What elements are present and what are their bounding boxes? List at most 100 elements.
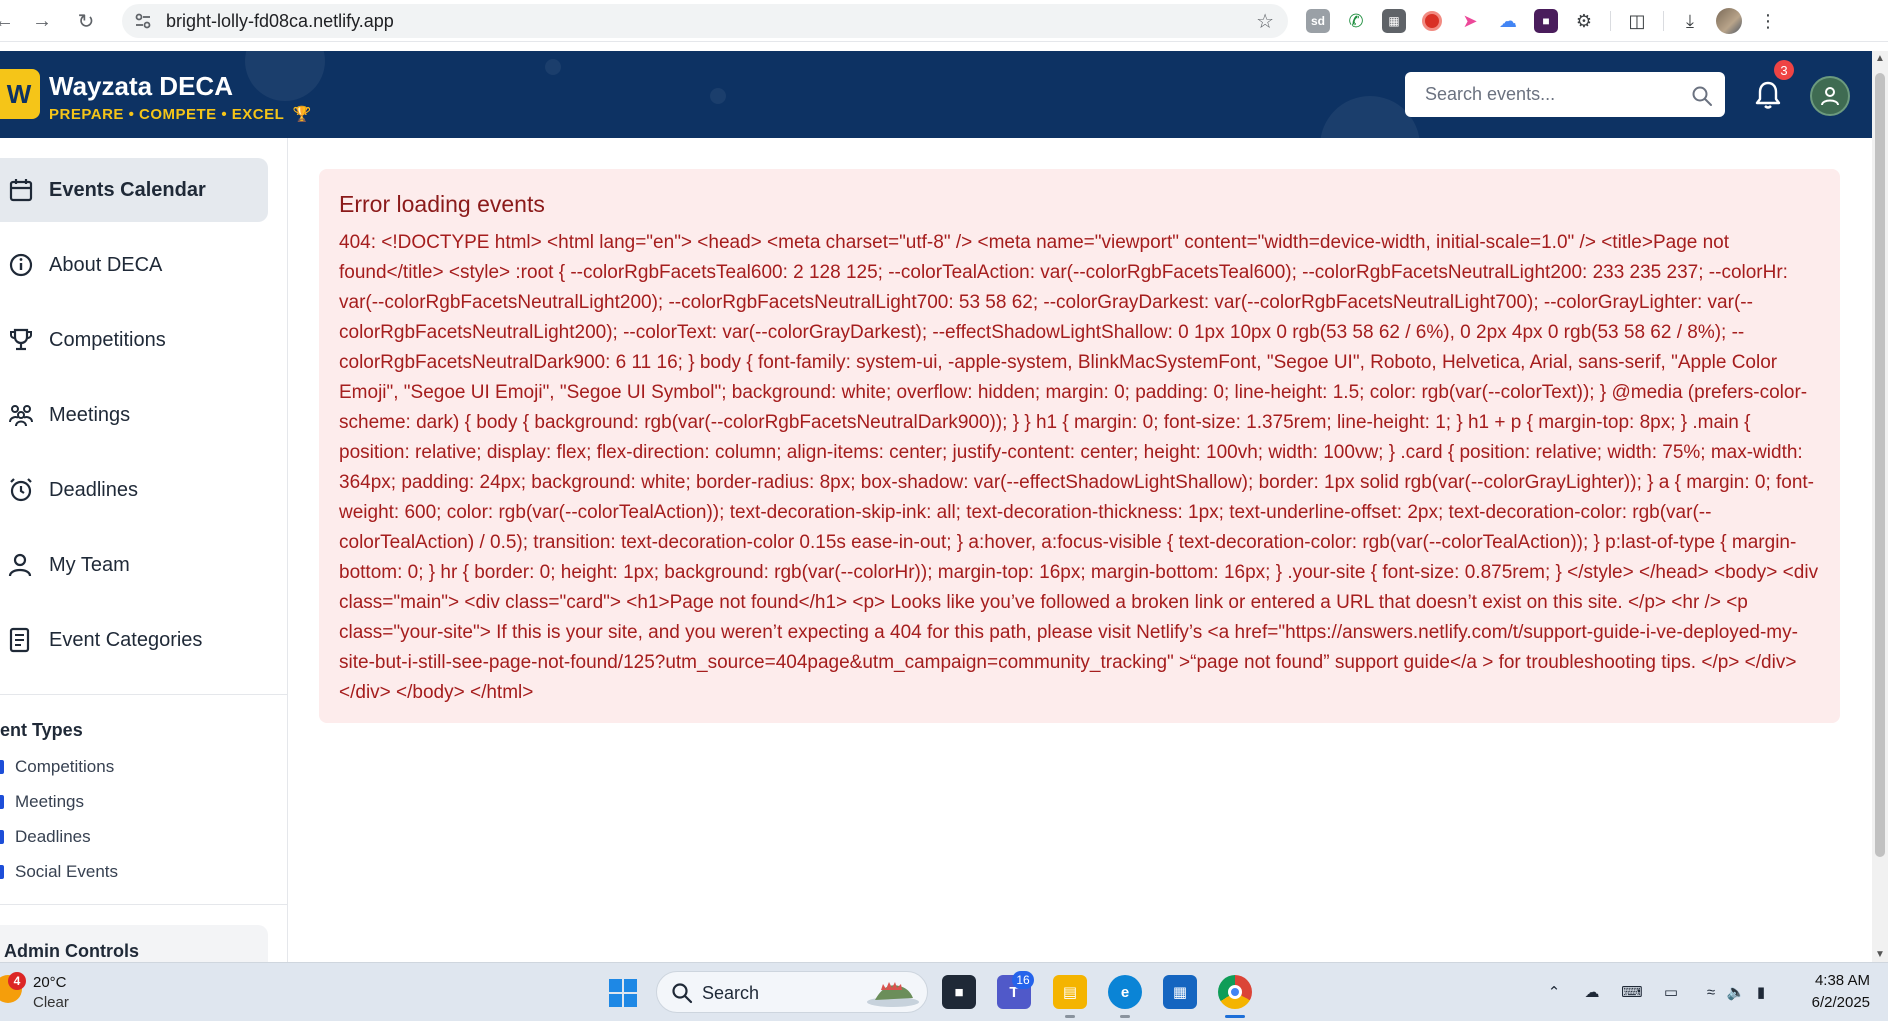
sidebar-item-label: Competitions (49, 328, 166, 351)
event-type-color-marker (0, 760, 4, 774)
deca-logo[interactable]: W (0, 69, 40, 119)
admin-controls-panel: Admin Controls (0, 925, 268, 962)
extension-record-icon[interactable] (1420, 9, 1444, 33)
taskbar-running-indicator (1065, 1015, 1075, 1018)
browser-toolbar: ← → ↻ bright-lolly-fd08ca.netlify.app ☆ … (0, 0, 1888, 42)
sidebar-item-deadlines[interactable]: Deadlines (0, 458, 268, 522)
clock-time[interactable]: 4:38 AM (1806, 972, 1870, 989)
site-settings-icon[interactable] (134, 12, 152, 30)
sidebar-item-label: Deadlines (49, 478, 138, 501)
tagline-text: PREPARE • COMPETE • EXCEL (49, 106, 284, 123)
list-icon (9, 627, 30, 653)
sidebar-item-label: About DECA (49, 253, 163, 276)
event-types-heading: vent Types (0, 720, 83, 740)
user-icon (1821, 87, 1839, 106)
tray-keyboard-icon[interactable]: ⌨ (1621, 981, 1643, 1003)
back-icon[interactable]: ← (0, 7, 18, 35)
search-icon[interactable] (1691, 85, 1713, 107)
taskbar-search[interactable]: Search (656, 971, 928, 1013)
tray-wifi-icon[interactable]: ≈ (1700, 981, 1722, 1003)
taskbar-store-icon[interactable]: ▦ (1163, 975, 1197, 1009)
sidebar-item-events-calendar[interactable]: Events Calendar (0, 158, 268, 222)
extension-sd-icon[interactable]: sd (1306, 9, 1330, 33)
sidebar: Events Calendar About DECA Competitions … (0, 138, 288, 962)
tray-display-icon[interactable]: ▭ (1660, 981, 1682, 1003)
taskbar-task-view-icon[interactable]: ■ (942, 975, 976, 1009)
windows-start-icon[interactable] (608, 978, 638, 1008)
event-search-box (1405, 72, 1725, 117)
calendar-icon (9, 179, 33, 202)
header-decoration (245, 51, 325, 101)
event-type-color-marker (0, 795, 4, 809)
windows-taskbar: 4 20°C Clear Search ■ T 16 ▤ e ▦ ⌃ ☁ ⌨ ▭… (0, 962, 1888, 1021)
brand-tagline: PREPARE • COMPETE • EXCEL 🏆 (49, 105, 312, 123)
error-message: 404: <!DOCTYPE html> <html lang="en"> <h… (339, 232, 1819, 703)
download-icon[interactable]: ⤓ (1678, 9, 1702, 33)
event-type-label: Meetings (15, 792, 84, 811)
sidebar-item-my-team[interactable]: My Team (0, 533, 268, 597)
bookmark-star-icon[interactable]: ☆ (1256, 9, 1274, 34)
taskbar-edge-icon[interactable]: e (1108, 975, 1142, 1009)
medal-decoration-icon (545, 59, 561, 75)
brand-title[interactable]: Wayzata DECA (49, 71, 233, 102)
reload-icon[interactable]: ↻ (72, 7, 100, 35)
tab-search-icon[interactable]: ◫ (1625, 9, 1649, 33)
trophy-icon: 🏆 (292, 106, 312, 123)
trophy-icon (10, 328, 32, 351)
sidebar-item-about-deca[interactable]: About DECA (0, 233, 268, 297)
taskbar-active-indicator (1225, 1015, 1245, 1018)
app-header: W Wayzata DECA PREPARE • COMPETE • EXCEL… (0, 51, 1872, 138)
event-type-meetings[interactable]: Meetings (0, 790, 84, 814)
sidebar-item-event-categories[interactable]: Event Categories (0, 608, 268, 672)
forward-icon[interactable]: → (28, 7, 56, 35)
scroll-down-arrow-icon[interactable]: ▼ (1875, 949, 1885, 960)
taskbar-search-label: Search (702, 983, 760, 1003)
scrollbar-thumb[interactable] (1875, 73, 1885, 857)
taskbar-file-explorer-icon[interactable]: ▤ (1053, 975, 1087, 1009)
event-type-color-marker (0, 830, 4, 844)
search-icon (672, 983, 693, 1004)
search-input[interactable] (1405, 72, 1675, 117)
admin-controls-heading: Admin Controls (4, 941, 139, 961)
award-decoration-icon (710, 88, 726, 104)
event-type-competitions[interactable]: Competitions (0, 755, 114, 779)
browser-profile-avatar[interactable] (1716, 8, 1742, 34)
event-type-deadlines[interactable]: Deadlines (0, 825, 91, 849)
sidebar-divider (0, 694, 287, 695)
tray-overflow-chevron-icon[interactable]: ⌃ (1543, 981, 1565, 1003)
scroll-up-arrow-icon[interactable]: ▲ (1875, 53, 1885, 64)
sidebar-item-meetings[interactable]: Meetings (0, 383, 268, 447)
user-profile-button[interactable] (1810, 76, 1850, 116)
address-bar[interactable]: bright-lolly-fd08ca.netlify.app ☆ (122, 4, 1288, 38)
url-text[interactable]: bright-lolly-fd08ca.netlify.app (166, 11, 394, 32)
notification-bell-icon[interactable] (1754, 80, 1782, 110)
browser-menu-icon[interactable]: ⋮ (1756, 9, 1780, 33)
event-type-label: Social Events (15, 862, 118, 881)
teams-notification-badge: 16 (1012, 971, 1034, 989)
extension-grid-icon[interactable]: ▦ (1382, 9, 1406, 33)
extension-arrow-icon[interactable]: ➤ (1458, 9, 1482, 33)
sidebar-item-label: My Team (49, 553, 130, 576)
weather-condition[interactable]: Clear (33, 994, 69, 1011)
sidebar-divider (0, 904, 287, 905)
tray-volume-icon[interactable]: 🔈 (1725, 981, 1747, 1003)
extensions-puzzle-icon[interactable]: ⚙ (1572, 9, 1596, 33)
page-scrollbar[interactable]: ▲ ▼ (1872, 51, 1888, 962)
sidebar-item-competitions[interactable]: Competitions (0, 308, 268, 372)
user-icon (8, 553, 32, 577)
search-highlight-dinosaur-icon (867, 982, 919, 1007)
sidebar-item-label: Meetings (49, 403, 131, 426)
notification-count-badge: 3 (1774, 60, 1794, 80)
clock-date[interactable]: 6/2/2025 (1796, 994, 1870, 1011)
event-type-social-events[interactable]: Social Events (0, 860, 118, 884)
extension-box-icon[interactable]: ■ (1534, 9, 1558, 33)
extension-cloud-icon[interactable]: ☁ (1496, 9, 1520, 33)
event-type-label: Deadlines (15, 827, 91, 846)
event-type-color-marker (0, 865, 4, 879)
tray-onedrive-icon[interactable]: ☁ (1581, 981, 1603, 1003)
taskbar-chrome-icon[interactable] (1218, 975, 1252, 1009)
taskbar-running-indicator (1120, 1015, 1130, 1018)
tray-battery-icon[interactable]: ▮ (1750, 981, 1772, 1003)
extension-phone-icon[interactable]: ✆ (1344, 9, 1368, 33)
weather-temperature[interactable]: 20°C (33, 974, 67, 991)
